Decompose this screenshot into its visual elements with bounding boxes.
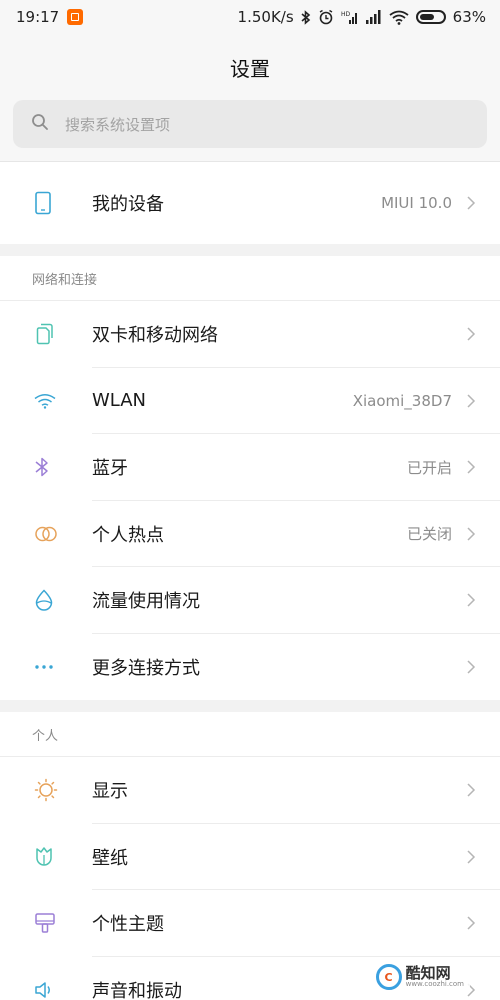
row-display[interactable]: 显示: [0, 757, 500, 824]
chevron-right-icon: [466, 393, 500, 409]
search-placeholder: 搜索系统设置项: [65, 115, 171, 134]
phone-icon: [0, 191, 92, 215]
row-hotspot[interactable]: 个人热点 已关闭: [0, 500, 500, 567]
personal-section: 个人 显示 壁纸 个性主题 声音和振动: [0, 712, 500, 1000]
search-input[interactable]: 搜索系统设置项: [13, 100, 487, 148]
wallpaper-icon: [0, 846, 92, 868]
battery-percent: 63%: [452, 8, 486, 26]
notification-app-icon: [67, 9, 84, 25]
chevron-right-icon: [466, 526, 500, 542]
row-label: 壁纸: [92, 847, 128, 869]
theme-icon: [0, 912, 92, 934]
status-bar: 19:17 1.50K/s HD 63%: [0, 0, 500, 34]
row-label: 显示: [92, 781, 128, 803]
row-label: 双卡和移动网络: [92, 325, 218, 347]
row-label: 个人热点: [92, 524, 164, 546]
row-label: 我的设备: [92, 194, 164, 215]
battery-icon: [415, 10, 446, 24]
watermark: C 酷知网 www.coozhi.com: [369, 962, 470, 992]
row-label: 蓝牙: [92, 458, 128, 480]
row-more-connections[interactable]: 更多连接方式: [0, 633, 500, 700]
search-icon: [31, 113, 49, 135]
display-icon: [0, 778, 92, 802]
row-label: 流量使用情况: [92, 591, 200, 613]
hd-signal-icon: HD: [341, 10, 359, 25]
page-title: 设置: [230, 56, 270, 81]
network-section: 网络和连接 双卡和移动网络 WLAN Xiaomi_38D7 蓝牙 已开启 个人…: [0, 256, 500, 700]
row-theme[interactable]: 个性主题: [0, 890, 500, 957]
chevron-right-icon: [466, 592, 500, 608]
chevron-right-icon: [466, 782, 500, 798]
row-value: 已关闭: [406, 525, 452, 544]
bluetooth-icon: [0, 456, 92, 478]
row-data-usage[interactable]: 流量使用情况: [0, 567, 500, 634]
wifi-status-icon: [389, 10, 409, 25]
device-section: 我的设备 MIUI 10.0: [0, 162, 500, 244]
wifi-icon: [0, 393, 92, 409]
row-value: MIUI 10.0: [381, 194, 452, 212]
sound-icon: [0, 980, 92, 1000]
row-label: 更多连接方式: [92, 657, 200, 679]
chevron-right-icon: [466, 195, 500, 211]
section-title-personal: 个人: [0, 712, 500, 756]
watermark-url: www.coozhi.com: [405, 980, 464, 988]
status-time: 19:17: [16, 8, 60, 26]
alarm-icon: [318, 9, 334, 25]
bluetooth-status-icon: [301, 9, 311, 25]
row-wallpaper[interactable]: 壁纸: [0, 823, 500, 890]
chevron-right-icon: [466, 326, 500, 342]
chevron-right-icon: [466, 659, 500, 675]
row-dual-sim[interactable]: 双卡和移动网络: [0, 301, 500, 368]
data-usage-icon: [0, 589, 92, 611]
chevron-right-icon: [466, 459, 500, 475]
row-label: 声音和振动: [92, 980, 182, 1000]
svg-text:HD: HD: [341, 11, 351, 18]
row-label: WLAN: [92, 390, 147, 412]
sim-icon: [0, 323, 92, 345]
network-speed: 1.50K/s: [237, 8, 294, 26]
section-title-network: 网络和连接: [0, 256, 500, 300]
hotspot-icon: [0, 525, 92, 543]
row-label: 个性主题: [92, 914, 164, 936]
search-container: 搜索系统设置项: [0, 100, 500, 161]
row-wlan[interactable]: WLAN Xiaomi_38D7: [0, 367, 500, 434]
signal-icon: [365, 10, 382, 24]
chevron-right-icon: [466, 982, 500, 998]
watermark-title: 酷知网: [405, 964, 451, 982]
row-value: 已开启: [406, 458, 452, 477]
header: 设置: [0, 34, 500, 100]
more-dots-icon: [0, 664, 92, 670]
row-bluetooth[interactable]: 蓝牙 已开启: [0, 434, 500, 501]
row-value: Xiaomi_38D7: [352, 391, 452, 410]
row-my-device[interactable]: 我的设备 MIUI 10.0: [0, 162, 500, 244]
chevron-right-icon: [466, 849, 500, 865]
chevron-right-icon: [466, 915, 500, 931]
watermark-logo-icon: C: [375, 964, 402, 990]
